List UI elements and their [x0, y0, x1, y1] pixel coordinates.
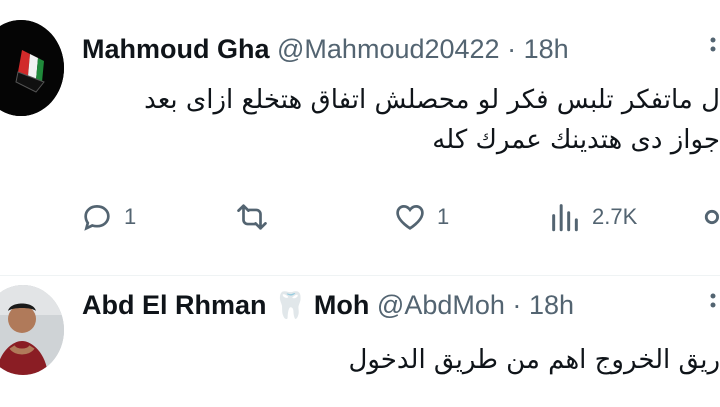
tweet-text: ريق الخروج اهم من طريق الدخول: [70, 340, 720, 380]
author-handle[interactable]: @AbdMoh: [377, 290, 505, 320]
tweet-header: Abd El Rhman 🦷 Moh @AbdMoh · 18h: [82, 290, 720, 324]
tweet-text-line: ريق الخروج اهم من طريق الدخول: [348, 345, 720, 375]
author-name[interactable]: Abd El Rhman: [82, 290, 267, 320]
more-options-icon[interactable]: [706, 290, 720, 327]
tweet[interactable]: Abd El Rhman 🦷 Moh @AbdMoh · 18h ريق الخ…: [0, 0, 720, 407]
author-name-suffix[interactable]: Moh: [314, 290, 369, 320]
timestamp[interactable]: 18h: [529, 290, 574, 320]
separator-dot: ·: [512, 290, 522, 320]
tooth-emoji: 🦷: [274, 290, 307, 320]
avatar[interactable]: [0, 285, 64, 375]
